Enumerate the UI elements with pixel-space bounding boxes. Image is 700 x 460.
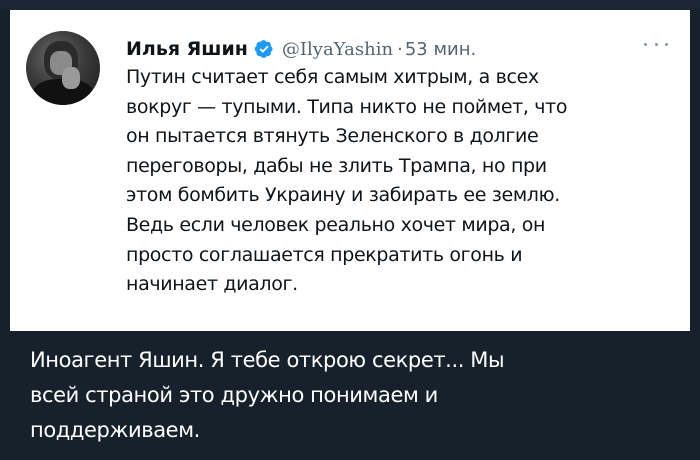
telegram-post: Илья Яшин @IlyaYashin · 53 мин. Путин сч…	[0, 0, 700, 460]
tweet-text-line: переговоры, дабы не злить Трампа, но при	[126, 154, 547, 177]
tweet-screenshot[interactable]: Илья Яшин @IlyaYashin · 53 мин. Путин сч…	[10, 10, 690, 331]
top-strip	[0, 0, 700, 10]
author-name[interactable]: Илья Яшин	[126, 38, 248, 60]
author-handle[interactable]: @IlyaYashin	[282, 39, 393, 60]
more-options-icon[interactable]	[644, 40, 668, 48]
tweet-text-line: он пытается втянуть Зеленского в долгие	[126, 125, 539, 148]
verified-badge-icon	[254, 39, 274, 59]
message-text-line: всей страной это дружно понимаем и	[30, 383, 438, 407]
tweet-text-line: Путин считает себя самым хитрым, а всех	[126, 66, 539, 88]
avatar-hand	[62, 67, 80, 89]
message-text: Иноагент Яшин. Я тебе открою секрет... М…	[30, 343, 680, 448]
message-text-line: поддерживаем.	[30, 418, 200, 442]
tweet-header: Илья Яшин @IlyaYashin · 53 мин.	[126, 34, 476, 64]
tweet-time[interactable]: 53 мин.	[405, 39, 476, 60]
tweet-text-line: просто соглашается прекратить огонь и	[126, 243, 523, 266]
author-avatar[interactable]	[26, 31, 100, 105]
tweet-text-line: начинает диалог.	[126, 273, 298, 296]
tweet-text: Путин считает себя самым хитрым, а всех …	[126, 63, 666, 300]
separator-dot: ·	[397, 38, 403, 60]
tweet-text-line: вокруг — тупыми. Типа никто не поймет, ч…	[126, 95, 568, 118]
tweet-text-line: Ведь если человек реально хочет мира, он	[126, 213, 546, 236]
message-text-line: Иноагент Яшин. Я тебе открою секрет... М…	[30, 348, 505, 372]
tweet-text-line: этом бомбить Украину и забирать ее землю…	[126, 184, 560, 207]
